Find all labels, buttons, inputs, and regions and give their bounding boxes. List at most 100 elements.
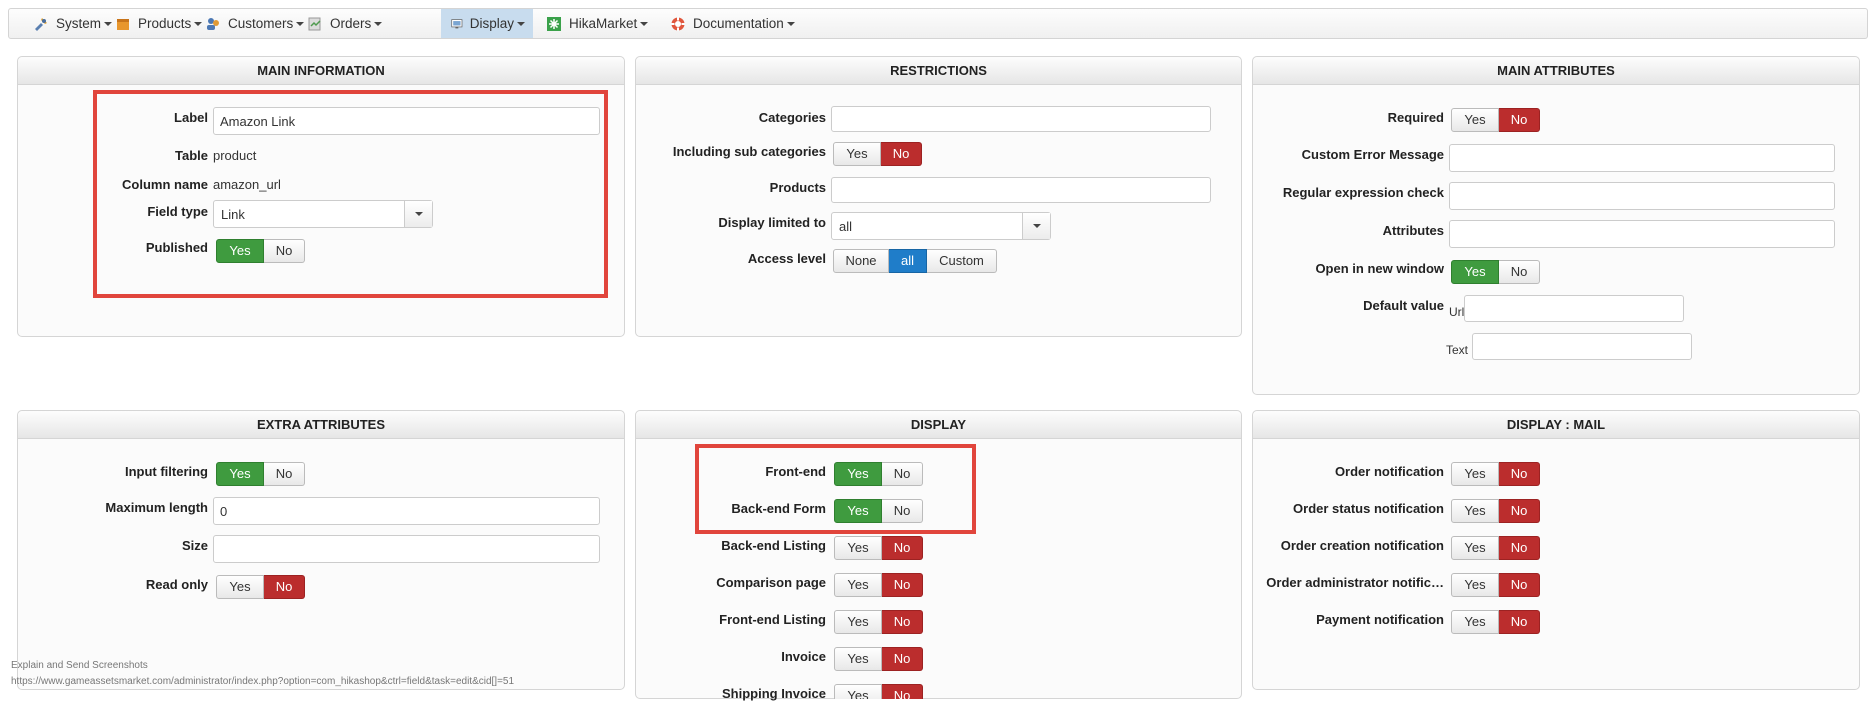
order-admin-yes-button[interactable]: Yes — [1451, 573, 1499, 597]
published-no-button[interactable]: No — [264, 239, 305, 263]
menu-documentation[interactable]: Documentation — [660, 9, 803, 38]
default-url-input[interactable] — [1464, 295, 1684, 322]
default-text-input[interactable] — [1472, 333, 1692, 360]
custom-error-label: Custom Error Message — [1301, 147, 1444, 162]
required-no-button[interactable]: No — [1499, 108, 1540, 132]
order-status-yes-button[interactable]: Yes — [1451, 499, 1499, 523]
new-window-no-button[interactable]: No — [1499, 260, 1540, 284]
attributes-input[interactable] — [1449, 220, 1835, 248]
top-menu-bar: System Products Customers Orders Display… — [8, 8, 1868, 39]
order-notification-yes-button[interactable]: Yes — [1451, 462, 1499, 486]
payment-notification-no-button[interactable]: No — [1499, 610, 1540, 634]
categories-input[interactable] — [831, 106, 1211, 132]
custom-error-input[interactable] — [1449, 144, 1835, 172]
shipping-invoice-yes-button[interactable]: Yes — [834, 684, 882, 699]
required-yes-button[interactable]: Yes — [1451, 108, 1499, 132]
chevron-down-icon — [374, 21, 383, 26]
menu-hikamarket-label: HikaMarket — [569, 16, 638, 31]
comparison-no-button[interactable]: No — [882, 573, 923, 597]
regex-label: Regular expression check — [1282, 185, 1444, 200]
access-level-group: None all Custom — [833, 249, 997, 273]
field-type-select[interactable]: Link — [213, 200, 433, 228]
table-value: product — [213, 148, 257, 163]
display-limited-select[interactable]: all — [831, 212, 1051, 240]
label-input[interactable] — [213, 107, 600, 135]
new-window-toggle: Yes No — [1451, 260, 1540, 284]
label-label: Label — [174, 110, 208, 125]
access-custom-button[interactable]: Custom — [927, 249, 997, 273]
hikamarket-icon — [547, 16, 561, 31]
menu-documentation-label: Documentation — [693, 16, 784, 31]
menu-customers[interactable]: Customers — [195, 9, 312, 38]
menu-hikamarket[interactable]: HikaMarket — [536, 9, 656, 38]
order-admin-no-button[interactable]: No — [1499, 573, 1540, 597]
invoice-no-button[interactable]: No — [882, 647, 923, 671]
backend-form-toggle: Yes No — [834, 499, 923, 523]
order-creation-yes-button[interactable]: Yes — [1451, 536, 1499, 560]
new-window-yes-button[interactable]: Yes — [1451, 260, 1499, 284]
panel-title: MAIN ATTRIBUTES — [1253, 57, 1859, 85]
max-length-input[interactable] — [213, 497, 600, 525]
size-input[interactable] — [213, 535, 600, 563]
text-label: Text — [1446, 343, 1469, 357]
access-none-button[interactable]: None — [833, 249, 889, 273]
order-creation-no-button[interactable]: No — [1499, 536, 1540, 560]
chevron-down-icon — [517, 21, 525, 26]
backend-listing-no-button[interactable]: No — [882, 536, 923, 560]
input-filtering-yes-button[interactable]: Yes — [216, 462, 264, 486]
read-only-no-button[interactable]: No — [264, 575, 305, 599]
menu-display[interactable]: Display — [441, 9, 533, 38]
order-status-toggle: Yes No — [1451, 499, 1540, 523]
published-yes-button[interactable]: Yes — [216, 239, 264, 263]
access-level-label: Access level — [747, 251, 826, 266]
payment-notification-yes-button[interactable]: Yes — [1451, 610, 1499, 634]
input-filtering-label: Input filtering — [124, 464, 208, 479]
display-icon — [451, 18, 463, 28]
panel-title: DISPLAY — [636, 411, 1241, 439]
menu-display-label: Display — [469, 16, 514, 31]
display-limited-label: Display limited to — [718, 215, 826, 230]
chevron-down-icon — [404, 201, 432, 227]
menu-orders[interactable]: Orders — [297, 9, 390, 38]
frontend-no-button[interactable]: No — [882, 462, 923, 486]
order-notification-no-button[interactable]: No — [1499, 462, 1540, 486]
menu-orders-label: Orders — [330, 16, 372, 31]
order-admin-toggle: Yes No — [1451, 573, 1540, 597]
categories-label: Categories — [758, 110, 826, 125]
subcategories-no-button[interactable]: No — [881, 142, 922, 166]
backend-listing-yes-button[interactable]: Yes — [834, 536, 882, 560]
menu-products-label: Products — [138, 16, 192, 31]
backend-form-no-button[interactable]: No — [882, 499, 923, 523]
frontend-yes-button[interactable]: Yes — [834, 462, 882, 486]
shipping-invoice-no-button[interactable]: No — [882, 684, 923, 699]
panel-title: RESTRICTIONS — [636, 57, 1241, 85]
products-input[interactable] — [831, 177, 1211, 203]
footer-url: https://www.gameassetsmarket.com/adminis… — [11, 676, 515, 687]
subcategories-toggle: Yes No — [833, 142, 922, 166]
invoice-yes-button[interactable]: Yes — [834, 647, 882, 671]
column-name-value: amazon_url — [213, 177, 281, 192]
comparison-yes-button[interactable]: Yes — [834, 573, 882, 597]
chevron-down-icon — [640, 21, 649, 26]
products-label: Products — [769, 180, 826, 195]
subcategories-label: Including sub categories — [672, 144, 826, 159]
input-filtering-no-button[interactable]: No — [264, 462, 305, 486]
backend-form-yes-button[interactable]: Yes — [834, 499, 882, 523]
published-label: Published — [145, 240, 208, 255]
frontend-listing-no-button[interactable]: No — [882, 610, 923, 634]
order-status-label: Order status notification — [1293, 501, 1444, 516]
column-name-label: Column name — [122, 177, 208, 192]
frontend-listing-yes-button[interactable]: Yes — [834, 610, 882, 634]
frontend-listing-toggle: Yes No — [834, 610, 923, 634]
read-only-yes-button[interactable]: Yes — [216, 575, 264, 599]
field-type-value: Link — [221, 207, 245, 222]
subcategories-yes-button[interactable]: Yes — [833, 142, 881, 166]
url-label: Url — [1449, 305, 1465, 319]
order-status-no-button[interactable]: No — [1499, 499, 1540, 523]
regex-input[interactable] — [1449, 182, 1835, 210]
tools-icon — [35, 17, 47, 31]
required-label: Required — [1387, 110, 1444, 125]
frontend-toggle: Yes No — [834, 462, 923, 486]
access-all-button[interactable]: all — [889, 249, 927, 273]
order-notification-label: Order notification — [1334, 464, 1444, 479]
